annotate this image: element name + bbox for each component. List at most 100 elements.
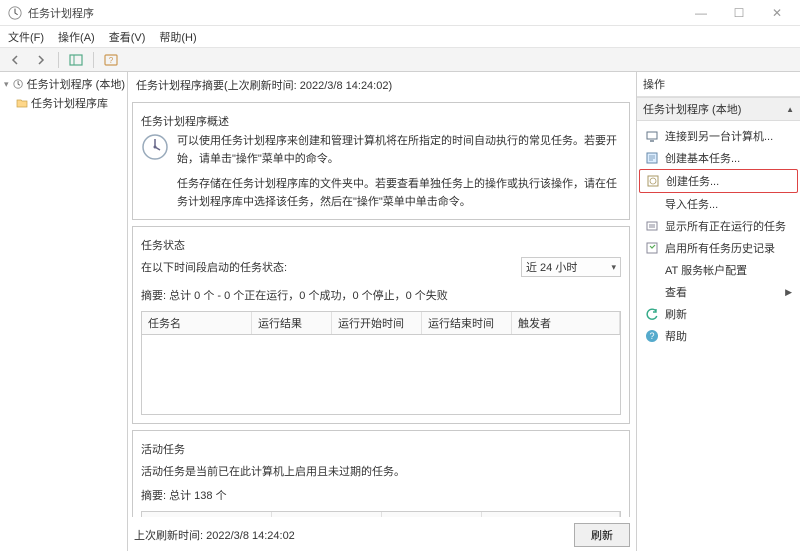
toolbar-separator: [58, 52, 59, 68]
status-table-body[interactable]: [141, 335, 621, 415]
th-next[interactable]: 下次运行时间: [272, 512, 382, 517]
window-title: 任务计划程序: [28, 5, 94, 21]
status-summary: 摘要: 总计 0 个 - 0 个正在运行，0 个成功，0 个停止，0 个失败: [141, 281, 621, 305]
toolbar-separator: [93, 52, 94, 68]
actions-title: 操作: [637, 72, 800, 97]
show-pane-button[interactable]: [65, 51, 87, 69]
account-icon: [645, 263, 659, 277]
status-legend: 任务状态: [141, 237, 621, 253]
th-name[interactable]: 任务名: [142, 512, 272, 517]
center-scroll[interactable]: 任务计划程序摘要(上次刷新时间: 2022/3/8 14:24:02) 任务计划…: [128, 72, 636, 517]
wizard-icon: [645, 151, 659, 165]
svg-text:?: ?: [109, 56, 114, 65]
status-period-row: 在以下时间段启动的任务状态: 近 24 小时: [141, 253, 621, 281]
action-refresh[interactable]: 刷新: [639, 303, 798, 325]
action-label: 启用所有任务历史记录: [665, 240, 775, 256]
actions-pane: 操作 任务计划程序 (本地) ▲ 连接到另一台计算机... 创建基本任务... …: [636, 72, 800, 551]
menu-view[interactable]: 查看(V): [109, 29, 146, 45]
action-connect[interactable]: 连接到另一台计算机...: [639, 125, 798, 147]
overview-legend: 任务计划程序概述: [141, 113, 621, 129]
action-enable-history[interactable]: 启用所有任务历史记录: [639, 237, 798, 259]
view-icon: [645, 285, 659, 299]
collapse-icon: ▲: [786, 105, 794, 114]
th-location[interactable]: 位置: [482, 512, 620, 517]
app-icon: [8, 6, 22, 20]
action-view[interactable]: 查看 ▶: [639, 281, 798, 303]
actions-list: 连接到另一台计算机... 创建基本任务... 创建任务... 导入任务... 显…: [637, 121, 800, 351]
period-value: 近 24 小时: [526, 259, 577, 275]
clock-icon: [13, 78, 23, 90]
th-name[interactable]: 任务名: [142, 312, 252, 334]
list-icon: [645, 219, 659, 233]
center-pane: 任务计划程序摘要(上次刷新时间: 2022/3/8 14:24:02) 任务计划…: [128, 72, 636, 551]
period-dropdown[interactable]: 近 24 小时: [521, 257, 621, 277]
back-button[interactable]: [4, 51, 26, 69]
action-create-task[interactable]: 创建任务...: [639, 169, 798, 193]
action-label: 显示所有正在运行的任务: [665, 218, 786, 234]
active-table-head: 任务名 下次运行时间 触发器 位置: [141, 511, 621, 517]
action-help[interactable]: ? 帮助: [639, 325, 798, 347]
tree-child-label: 任务计划程序库: [31, 95, 108, 111]
help-icon: ?: [645, 329, 659, 343]
status-section: 任务状态 在以下时间段启动的任务状态: 近 24 小时 摘要: 总计 0 个 -…: [132, 226, 630, 424]
active-summary: 摘要: 总计 138 个: [141, 481, 621, 505]
action-import[interactable]: 导入任务...: [639, 193, 798, 215]
action-label: 查看: [665, 284, 687, 300]
summary-title: 任务计划程序摘要(上次刷新时间: 2022/3/8 14:24:02): [130, 74, 632, 96]
tree-child[interactable]: 任务计划程序库: [16, 95, 125, 111]
action-create-basic[interactable]: 创建基本任务...: [639, 147, 798, 169]
submenu-caret-icon: ▶: [785, 287, 792, 298]
help-button[interactable]: ?: [100, 51, 122, 69]
overview-row: 可以使用任务计划程序来创建和管理计算机将在所指定的时间自动执行的常见任务。若要开…: [141, 129, 621, 172]
action-label: 创建基本任务...: [665, 150, 740, 166]
actions-group-header[interactable]: 任务计划程序 (本地) ▲: [637, 97, 800, 121]
action-label: 创建任务...: [666, 173, 719, 189]
tree-toggle-icon[interactable]: ▾: [2, 79, 10, 90]
history-icon: [645, 241, 659, 255]
window-controls: — ☐ ✕: [682, 1, 796, 25]
title-bar-left: 任务计划程序: [4, 5, 94, 21]
folder-clock-icon: [16, 97, 28, 109]
tree-root-label: 任务计划程序 (本地): [27, 76, 125, 92]
th-trigger[interactable]: 触发者: [512, 312, 620, 334]
menu-action[interactable]: 操作(A): [58, 29, 95, 45]
minimize-button[interactable]: —: [682, 1, 720, 25]
action-label: AT 服务帐户配置: [665, 262, 747, 278]
toolbar: ?: [0, 48, 800, 72]
last-refresh: 上次刷新时间: 2022/3/8 14:24:02: [134, 527, 295, 543]
th-result[interactable]: 运行结果: [252, 312, 332, 334]
th-start[interactable]: 运行开始时间: [332, 312, 422, 334]
close-button[interactable]: ✕: [758, 1, 796, 25]
action-label: 导入任务...: [665, 196, 718, 212]
tree-root[interactable]: ▾ 任务计划程序 (本地): [2, 76, 125, 92]
overview-desc2: 任务存储在任务计划程序库的文件夹中。若要查看单独任务上的操作或执行该操作，请在任…: [141, 172, 621, 211]
main-split: ▾ 任务计划程序 (本地) 任务计划程序库 任务计划程序摘要(上次刷新时间: 2…: [0, 72, 800, 551]
maximize-button[interactable]: ☐: [720, 1, 758, 25]
clock-icon: [141, 133, 169, 161]
action-label: 刷新: [665, 306, 687, 322]
overview-desc1: 可以使用任务计划程序来创建和管理计算机将在所指定的时间自动执行的常见任务。若要开…: [177, 133, 621, 168]
active-desc: 活动任务是当前已在此计算机上启用且未过期的任务。: [141, 457, 621, 481]
action-show-running[interactable]: 显示所有正在运行的任务: [639, 215, 798, 237]
th-end[interactable]: 运行结束时间: [422, 312, 512, 334]
menu-file[interactable]: 文件(F): [8, 29, 44, 45]
refresh-button[interactable]: 刷新: [574, 523, 630, 547]
forward-button[interactable]: [30, 51, 52, 69]
footer-row: 上次刷新时间: 2022/3/8 14:24:02 刷新: [128, 517, 636, 551]
action-at-account[interactable]: AT 服务帐户配置: [639, 259, 798, 281]
overview-section: 任务计划程序概述 可以使用任务计划程序来创建和管理计算机将在所指定的时间自动执行…: [132, 102, 630, 220]
menu-help[interactable]: 帮助(H): [159, 29, 196, 45]
actions-group-label: 任务计划程序 (本地): [643, 101, 741, 117]
status-table-head: 任务名 运行结果 运行开始时间 运行结束时间 触发者: [141, 311, 621, 335]
title-bar: 任务计划程序 — ☐ ✕: [0, 0, 800, 26]
computer-icon: [645, 129, 659, 143]
period-label: 在以下时间段启动的任务状态:: [141, 259, 287, 275]
active-legend: 活动任务: [141, 441, 621, 457]
refresh-icon: [645, 307, 659, 321]
th-trigger[interactable]: 触发器: [382, 512, 482, 517]
active-section: 活动任务 活动任务是当前已在此计算机上启用且未过期的任务。 摘要: 总计 138…: [132, 430, 630, 517]
import-icon: [645, 197, 659, 211]
task-icon: [646, 174, 660, 188]
svg-text:?: ?: [649, 331, 654, 341]
left-tree-pane: ▾ 任务计划程序 (本地) 任务计划程序库: [0, 72, 128, 551]
